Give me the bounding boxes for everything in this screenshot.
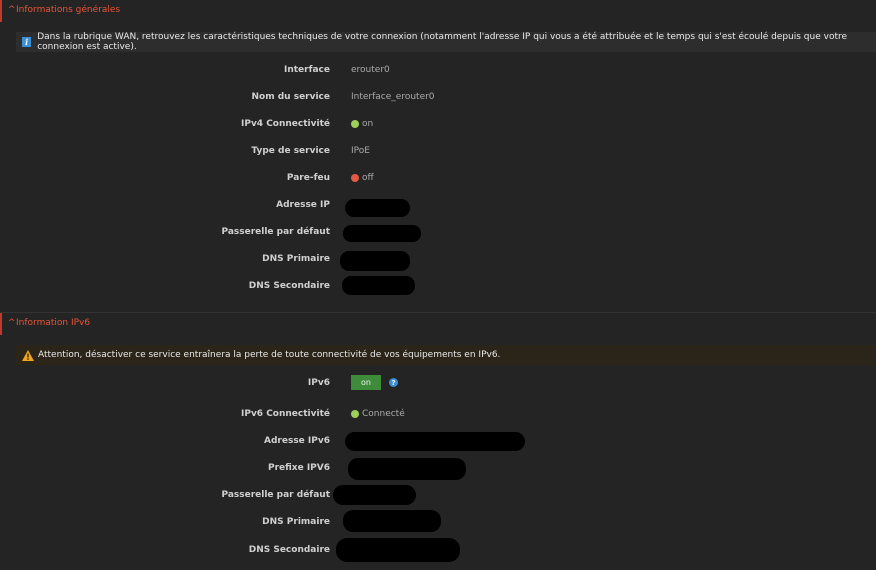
status-text: off [362, 173, 374, 183]
row-interface: Interface erouter0 [0, 65, 876, 79]
row-label: Passerelle par défaut [221, 227, 330, 237]
help-icon[interactable]: ? [389, 378, 398, 387]
info-banner-text: Dans la rubrique WAN, retrouvez les cara… [37, 32, 848, 52]
ipv6-toggle[interactable]: on [351, 375, 381, 390]
row-gateway: Passerelle par défaut [0, 227, 876, 241]
warning-banner: Attention, désactiver ce service entraîn… [16, 345, 876, 365]
row-firewall: Pare-feu off [0, 173, 876, 187]
status-value: Connecté [351, 409, 405, 419]
row-label: Type de service [251, 146, 330, 156]
redaction [342, 276, 415, 295]
chevron-up-icon[interactable]: ^ [8, 5, 16, 15]
section-title-general: Informations générales [16, 5, 121, 15]
row-value: erouter0 [351, 65, 390, 75]
row-value: Interface_erouter0 [351, 92, 435, 102]
row-ipv6-gateway: Passerelle par défaut [0, 490, 876, 504]
row-label: DNS Primaire [262, 254, 330, 264]
row-value: IPoE [351, 146, 370, 156]
toggle-group: on ? [351, 375, 398, 390]
row-label: Passerelle par défaut [221, 490, 330, 500]
row-service-name: Nom du service Interface_erouter0 [0, 92, 876, 106]
redaction [343, 225, 421, 242]
row-ip-address: Adresse IP [0, 200, 876, 214]
redaction [340, 251, 410, 271]
status-text: on [362, 119, 374, 129]
row-service-type: Type de service IPoE [0, 146, 876, 160]
row-ipv6-toggle: IPv6 on ? [0, 375, 876, 392]
row-label: IPv6 [307, 378, 330, 388]
row-label: DNS Secondaire [248, 545, 330, 555]
warning-banner-text: Attention, désactiver ce service entraîn… [38, 350, 501, 360]
row-label: Adresse IP [276, 200, 330, 210]
status-dot-red-icon [351, 174, 359, 182]
row-label: Prefixe IPV6 [267, 463, 330, 473]
redaction [336, 538, 460, 562]
row-dns-primary: DNS Primaire [0, 254, 876, 268]
status-dot-green-icon [351, 120, 359, 128]
status-value: on [351, 119, 373, 129]
redaction [333, 485, 416, 505]
info-icon: i [22, 37, 32, 47]
chevron-up-icon[interactable]: ^ [8, 318, 16, 328]
row-dns-secondary: DNS Secondaire [0, 281, 876, 295]
row-label: IPv6 Connectivité [241, 409, 330, 419]
row-label: Adresse IPv6 [264, 436, 330, 446]
row-ipv4-connectivity: IPv4 Connectivité on [0, 119, 876, 133]
section-header-ipv6[interactable]: ^ Information IPv6 [0, 313, 876, 335]
redaction [345, 199, 410, 217]
row-label: DNS Primaire [262, 517, 330, 527]
warning-icon [22, 349, 34, 361]
row-label: Interface [283, 65, 330, 75]
redaction [343, 510, 441, 532]
redaction [348, 458, 466, 480]
row-ipv6-connectivity: IPv6 Connectivité Connecté [0, 409, 876, 423]
redaction [345, 432, 525, 451]
row-label: Nom du service [251, 92, 331, 102]
row-label: Pare-feu [286, 173, 330, 183]
row-label: DNS Secondaire [248, 281, 330, 291]
status-value: off [351, 173, 374, 183]
row-label: IPv4 Connectivité [241, 119, 330, 129]
status-text: Connecté [362, 409, 405, 419]
status-dot-green-icon [351, 410, 359, 418]
section-header-general[interactable]: ^ Informations générales [0, 0, 876, 22]
info-banner: i Dans la rubrique WAN, retrouvez les ca… [16, 32, 876, 52]
section-title-ipv6: Information IPv6 [16, 318, 91, 328]
